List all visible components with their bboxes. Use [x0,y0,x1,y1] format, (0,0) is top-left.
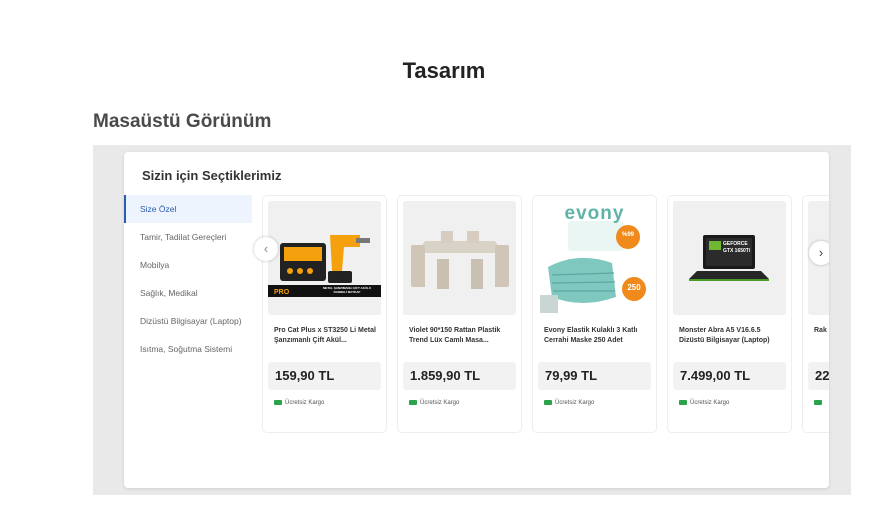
category-item-saglik[interactable]: Sağlık, Medikal [124,279,252,307]
discount-badge: %99 [621,232,634,238]
price-box: 1.859,90 TL [403,362,516,390]
price-box: 22 [808,362,829,390]
product-image[interactable] [403,201,516,315]
free-shipping-label: Ücretsiz Kargo [679,400,729,406]
category-list: Size Özel Tamir, Tadilat Gereçleri Mobil… [124,195,252,363]
gpu-label: GEFORCE GTX 1650Ti [723,241,751,254]
free-shipping-label: Ücretsiz Kargo [544,400,594,406]
truck-icon [814,400,822,405]
table-set-image [403,201,516,315]
brand-logo: evony [564,203,625,224]
chevron-right-icon[interactable]: › [809,241,829,265]
price-box: 79,99 TL [538,362,651,390]
category-item-isitma[interactable]: Isıtma, Soğutma Sistemi [124,335,252,363]
cargo-text: Ücretsiz Kargo [555,400,595,407]
product-name[interactable]: Pro Cat Plus x ST3250 Li Metal Şanzımanl… [274,326,380,346]
price-box: 7.499,00 TL [673,362,786,390]
truck-icon [274,400,282,405]
product-image-caption: METAL ŞANZIMANLI ÇİFT AKÜLÜ DARBELİ MATK… [322,286,372,294]
product-price: 79,99 TL [545,368,598,383]
free-shipping-label: Ücretsiz Kargo [409,400,459,406]
truck-icon [544,400,552,405]
quantity-badge: 250 [627,283,641,292]
widget-title: Sizin için Seçtiklerimiz [142,168,282,183]
recommendations-widget: Sizin için Seçtiklerimiz Size Özel Tamir… [124,152,829,488]
product-image[interactable]: evony %99 250 [538,201,651,315]
free-shipping-label: Ücretsiz Kargo [274,400,324,406]
category-item-mobilya[interactable]: Mobilya [124,251,252,279]
product-card[interactable]: Rak 22 [802,195,829,433]
free-shipping-label [814,400,825,406]
category-item-size-ozel[interactable]: Size Özel [124,195,252,223]
chevron-left-icon[interactable]: ‹ [254,237,278,261]
product-price: 7.499,00 TL [680,368,751,383]
product-name[interactable]: Rak [814,326,829,336]
truck-icon [409,400,417,405]
product-name[interactable]: Monster Abra A5 V16.6.5 Dizüstü Bilgisay… [679,326,785,346]
cargo-text: Ücretsiz Kargo [285,400,325,407]
section-title: Masaüstü Görünüm [93,111,272,132]
product-price: 22 [815,368,829,383]
product-name[interactable]: Evony Elastik Kulaklı 3 Katlı Cerrahi Ma… [544,326,650,346]
product-card[interactable]: evony %99 250 Evony Elastik Kulaklı 3 Ka… [532,195,657,433]
category-item-laptop[interactable]: Dizüstü Bilgisayar (Laptop) [124,307,252,335]
product-card[interactable]: Violet 90*150 Rattan Plastik Trend Lüx C… [397,195,522,433]
cargo-text: Ücretsiz Kargo [690,400,730,407]
price-box: 159,90 TL [268,362,381,390]
page-title: Tasarım [402,58,486,83]
drill-kit-image: PRO [268,201,381,315]
product-image[interactable]: GEFORCE GTX 1650Ti [673,201,786,315]
product-price: 1.859,90 TL [410,368,481,383]
cargo-text: Ücretsiz Kargo [420,400,460,407]
product-carousel: PRO METAL ŞANZIMANLI ÇİFT AKÜLÜ DARBELİ … [262,195,829,435]
product-name[interactable]: Violet 90*150 Rattan Plastik Trend Lüx C… [409,326,515,346]
category-item-tamir[interactable]: Tamir, Tadilat Gereçleri [124,223,252,251]
product-image[interactable]: PRO METAL ŞANZIMANLI ÇİFT AKÜLÜ DARBELİ … [268,201,381,315]
laptop-image [673,201,786,315]
product-card[interactable]: GEFORCE GTX 1650Ti Monster Abra A5 V16.6… [667,195,792,433]
product-price: 159,90 TL [275,368,335,383]
truck-icon [679,400,687,405]
product-card[interactable]: PRO METAL ŞANZIMANLI ÇİFT AKÜLÜ DARBELİ … [262,195,387,433]
svg-text:PRO: PRO [274,289,290,296]
